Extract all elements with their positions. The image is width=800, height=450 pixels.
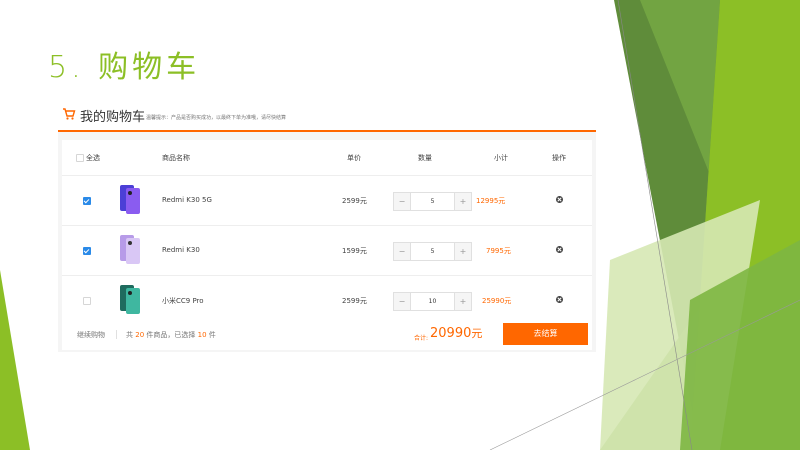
qty-input[interactable]: 5 — [411, 193, 454, 210]
total-count: 20 — [135, 331, 145, 339]
cart-item-row: Redmi K30 1599元 − 5 + 7995元 — [62, 226, 592, 276]
qty-plus-button[interactable]: + — [454, 243, 471, 260]
item-subtotal: 12995元 — [476, 197, 506, 205]
header-qty: 数量 — [418, 154, 432, 162]
cart-item-row: Redmi K30 5G 2599元 − 5 + 12995元 — [62, 176, 592, 226]
selected-count: 10 — [197, 331, 207, 339]
item-subtotal: 7995元 — [486, 247, 511, 255]
cart-screenshot: 我的购物车 温馨提示：产品是否购买成功，以最终下单为准哦，请尽快结算 全选 商品… — [58, 100, 596, 352]
item-price: 1599元 — [342, 247, 367, 255]
qty-plus-button[interactable]: + — [454, 293, 471, 310]
cart-tip: 温馨提示：产品是否购买成功，以最终下单为准哦，请尽快结算 — [146, 115, 287, 121]
header-name: 商品名称 — [162, 154, 190, 162]
cart-panel: 全选 商品名称 单价 数量 小计 操作 Redmi K30 5G 2599元 −… — [62, 140, 592, 350]
qty-plus-button[interactable]: + — [454, 193, 471, 210]
total-label: 合计: — [414, 335, 429, 342]
item-checkbox[interactable] — [83, 247, 91, 255]
delete-icon[interactable] — [556, 296, 563, 303]
qty-input[interactable]: 10 — [411, 293, 454, 310]
continue-shopping-link[interactable]: 继续购物 — [77, 330, 105, 340]
product-thumbnail — [120, 285, 140, 314]
cart-count-info: 共 20 件商品，已选择 10 件 — [126, 331, 216, 339]
item-checkbox[interactable] — [83, 197, 91, 205]
cart-header: 我的购物车 温馨提示：产品是否购买成功，以最终下单为准哦，请尽快结算 — [58, 100, 596, 132]
qty-minus-button[interactable]: − — [394, 193, 411, 210]
quantity-stepper: − 5 + — [393, 242, 472, 261]
qty-minus-button[interactable]: − — [394, 293, 411, 310]
header-select-all: 全选 — [86, 154, 100, 162]
item-price: 2599元 — [342, 297, 367, 305]
quantity-stepper: − 10 + — [393, 292, 472, 311]
header-price: 单价 — [347, 154, 361, 162]
product-thumbnail — [120, 235, 140, 264]
item-name[interactable]: Redmi K30 — [162, 246, 200, 254]
cart-item-row: 小米CC9 Pro 2599元 − 10 + 25990元 — [62, 276, 592, 325]
item-price: 2599元 — [342, 197, 367, 205]
delete-icon[interactable] — [556, 246, 563, 253]
quantity-stepper: − 5 + — [393, 192, 472, 211]
cart-table-header: 全选 商品名称 单价 数量 小计 操作 — [62, 140, 592, 176]
slide-title: 5. 购物车 — [48, 50, 201, 85]
bg-green-left-wedge — [0, 270, 30, 450]
cart-icon — [63, 108, 76, 120]
qty-minus-button[interactable]: − — [394, 243, 411, 260]
cart-footer-bar: 继续购物 共 20 件商品，已选择 10 件 合计: 20990元 去结算 — [62, 323, 592, 345]
total-price: 20990元 — [430, 326, 483, 341]
cart-title: 我的购物车 — [80, 110, 146, 125]
item-subtotal: 25990元 — [482, 297, 512, 305]
qty-input[interactable]: 5 — [411, 243, 454, 260]
checkout-button[interactable]: 去结算 — [503, 323, 588, 345]
item-name[interactable]: Redmi K30 5G — [162, 196, 212, 204]
header-action: 操作 — [552, 154, 566, 162]
footer-divider — [116, 330, 117, 339]
select-all-checkbox[interactable] — [76, 154, 84, 162]
product-thumbnail — [120, 185, 140, 214]
header-subtotal: 小计 — [494, 154, 508, 162]
item-name[interactable]: 小米CC9 Pro — [162, 296, 204, 306]
delete-icon[interactable] — [556, 196, 563, 203]
item-checkbox[interactable] — [83, 297, 91, 305]
